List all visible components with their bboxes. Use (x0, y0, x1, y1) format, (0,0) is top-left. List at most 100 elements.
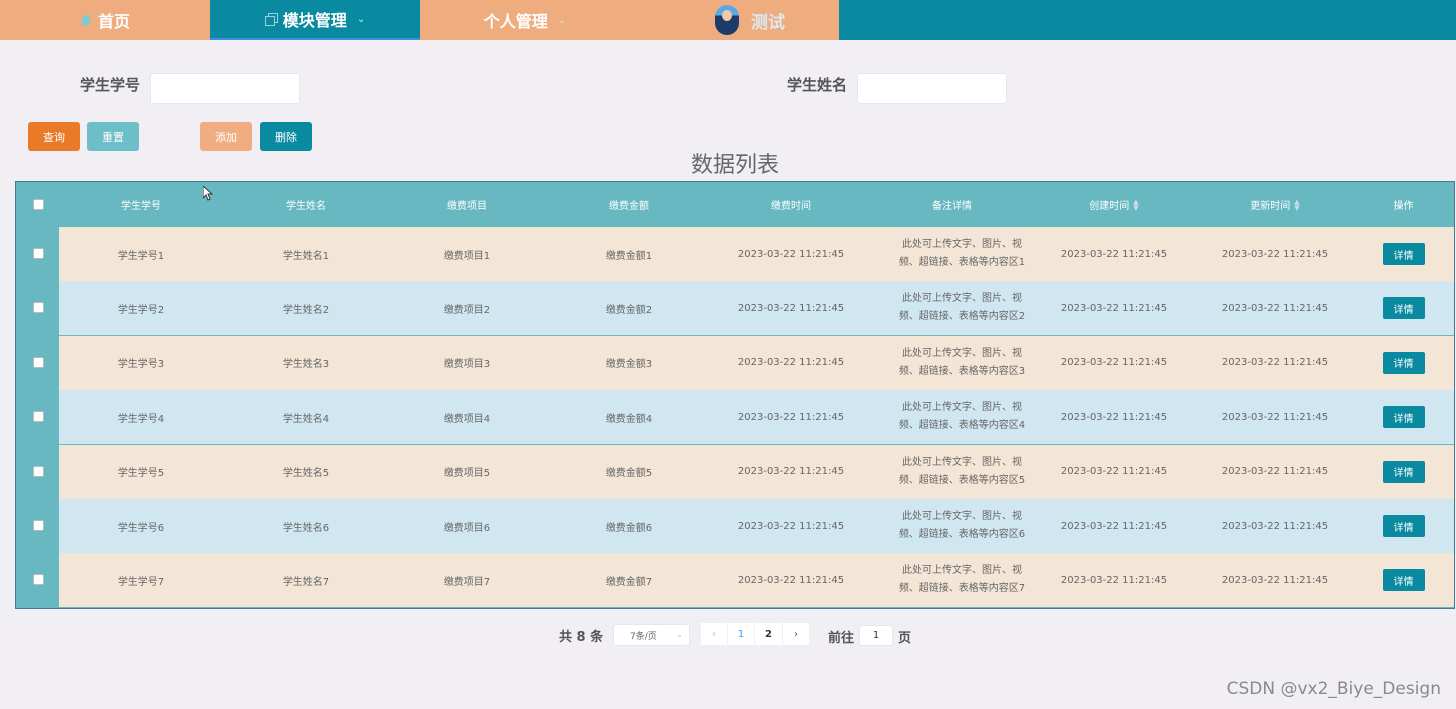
cell-paytime: 2023-03-22 11:21:45 (737, 357, 845, 369)
top-nav: 首页 模块管理 ⌄ 个人管理 ⌄ 测试 (0, 0, 1456, 40)
row-checkbox[interactable] (33, 411, 44, 423)
cell-sid: 学生学号3 (117, 359, 165, 371)
table-header: 学生学号 学生姓名 缴费项目 缴费金额 缴费时间 备注详情 创建时间 ▲ ▼ 更新… (16, 182, 1454, 227)
watermark: CSDN @vx2_Biye_Design (1226, 679, 1441, 699)
nav-home[interactable]: 首页 (0, 0, 210, 40)
home-icon (80, 14, 92, 26)
cell-amount: 缴费金额4 (605, 413, 653, 425)
cell-amount: 缴费金额3 (605, 359, 653, 371)
cell-actions: 详情 (1356, 336, 1451, 390)
row-checkbox[interactable] (33, 356, 44, 368)
list-title: 数据列表 (690, 153, 779, 178)
cell-sid: 学生学号7 (117, 576, 165, 588)
page-2-button[interactable]: 2 (755, 623, 782, 645)
nav-module-label: 模块管理 (282, 11, 347, 30)
cell-updated: 2023-03-22 11:21:45 (1221, 574, 1329, 586)
cell-created: 2023-03-22 11:21:45 (1060, 302, 1168, 314)
cell-item: 缴费项目7 (443, 576, 491, 588)
nav-personal-management[interactable]: 个人管理 ⌄ (420, 0, 630, 40)
cell-remarks: 此处可上传文字、图片、视 频、超链接、表格等内容区5 (898, 456, 1026, 486)
row-checkbox[interactable] (33, 302, 44, 314)
detail-button[interactable]: 详情 (1382, 351, 1425, 374)
cell-amount: 缴费金额5 (605, 468, 653, 480)
cell-amount: 缴费金额2 (605, 304, 653, 316)
table-row: 学生学号4 学生姓名4 缴费项目4 缴费金额4 2023-03-22 11:21:45 此… (59, 390, 1454, 445)
cell-paytime: 2023-03-22 11:21:45 (737, 248, 845, 260)
col-updated-time[interactable]: 更新时间 ▲ ▼ (1210, 182, 1340, 227)
cell-updated: 2023-03-22 11:21:45 (1221, 466, 1329, 478)
cell-remarks: 此处可上传文字、图片、视 频、超链接、表格等内容区6 (898, 511, 1026, 540)
cell-paytime: 2023-03-22 11:21:45 (737, 520, 845, 532)
cell-paytime: 2023-03-22 11:21:45 (737, 466, 845, 478)
col-student-name: 学生姓名 (286, 201, 326, 212)
goto-page-input[interactable]: 1 (859, 625, 893, 646)
goto-suffix: 页 (898, 631, 912, 646)
cell-name: 学生姓名3 (282, 359, 330, 371)
col-actions: 操作 (1393, 201, 1414, 212)
chevron-down-icon: ⌄ (676, 630, 683, 639)
cell-item: 缴费项目3 (443, 359, 491, 371)
detail-button[interactable]: 详情 (1382, 297, 1425, 320)
detail-button[interactable]: 详情 (1382, 243, 1425, 265)
cell-item: 缴费项目5 (443, 468, 491, 480)
col-created-time[interactable]: 创建时间 ▲ ▼ (1049, 182, 1179, 227)
chevron-down-icon: ⌄ (356, 13, 366, 25)
cell-actions: 详情 (1356, 227, 1451, 281)
cell-item: 缴费项目2 (443, 304, 491, 316)
col-student-id: 学生学号 (121, 201, 161, 212)
avatar (715, 5, 739, 35)
cell-paytime: 2023-03-22 11:21:45 (737, 411, 845, 423)
page-size-select[interactable]: 7条/页 ⌄ (613, 624, 690, 646)
goto-label: 前往 (828, 631, 855, 646)
nav-module-management[interactable]: 模块管理 ⌄ (210, 0, 420, 40)
detail-button[interactable]: 详情 (1382, 569, 1425, 592)
cell-created: 2023-03-22 11:21:45 (1060, 357, 1168, 369)
sort-icon[interactable]: ▲ ▼ (1294, 198, 1299, 211)
cell-remarks: 此处可上传文字、图片、视 频、超链接、表格等内容区7 (898, 565, 1026, 595)
student-id-input[interactable] (150, 73, 300, 104)
nav-home-label: 首页 (97, 12, 130, 31)
next-page-button[interactable]: › (783, 623, 809, 645)
detail-button[interactable]: 详情 (1382, 406, 1425, 429)
data-table: 学生学号 学生姓名 缴费项目 缴费金额 缴费时间 备注详情 创建时间 ▲ ▼ 更新… (15, 181, 1455, 609)
select-all-checkbox[interactable] (33, 199, 44, 210)
cell-remarks: 此处可上传文字、图片、视 频、超链接、表格等内容区3 (898, 347, 1026, 377)
nav-user-menu[interactable]: 测试 (630, 0, 839, 40)
table-row: 学生学号7 学生姓名7 缴费项目7 缴费金额7 2023-03-22 11:21:45 此… (59, 553, 1454, 608)
col-created-label: 创建时间 (1089, 201, 1130, 212)
cell-paytime: 2023-03-22 11:21:45 (737, 574, 845, 586)
cell-paytime: 2023-03-22 11:21:45 (737, 302, 845, 314)
row-checkbox[interactable] (33, 574, 44, 586)
cell-actions: 详情 (1356, 499, 1451, 553)
student-id-label: 学生学号 (80, 76, 141, 94)
row-checkbox[interactable] (33, 248, 44, 259)
table-row: 学生学号2 学生姓名2 缴费项目2 缴费金额2 2023-03-22 11:21:45 此… (59, 281, 1454, 336)
col-remarks: 备注详情 (932, 201, 972, 212)
detail-button[interactable]: 详情 (1382, 460, 1425, 483)
cell-created: 2023-03-22 11:21:45 (1060, 466, 1168, 478)
table-row: 学生学号1 学生姓名1 缴费项目1 缴费金额1 2023-03-22 11:21:45 此… (59, 227, 1454, 281)
cell-updated: 2023-03-22 11:21:45 (1221, 248, 1329, 260)
table-row: 学生学号6 学生姓名6 缴费项目6 缴费金额6 2023-03-22 11:21:45 此… (59, 499, 1454, 553)
cell-item: 缴费项目4 (443, 413, 491, 425)
col-updated-label: 更新时间 (1250, 201, 1291, 212)
page-size-value: 7条/页 (630, 631, 657, 642)
student-name-input[interactable] (857, 73, 1007, 104)
sort-icon[interactable]: ▲ ▼ (1133, 198, 1138, 211)
cell-sid: 学生学号5 (117, 468, 165, 480)
cell-sid: 学生学号2 (117, 304, 165, 316)
row-checkbox[interactable] (33, 520, 44, 531)
prev-page-button[interactable]: ‹ (701, 623, 727, 645)
cell-created: 2023-03-22 11:21:45 (1060, 411, 1168, 423)
table-row: 学生学号3 学生姓名3 缴费项目3 缴费金额3 2023-03-22 11:21:45 此… (59, 335, 1454, 390)
detail-button[interactable]: 详情 (1382, 515, 1425, 537)
cell-sid: 学生学号6 (117, 522, 165, 534)
cell-updated: 2023-03-22 11:21:45 (1221, 411, 1329, 423)
cell-name: 学生姓名1 (282, 250, 330, 262)
page-1-button[interactable]: 1 (728, 623, 754, 645)
cell-actions: 详情 (1356, 553, 1451, 607)
cell-updated: 2023-03-22 11:21:45 (1221, 357, 1329, 369)
row-checkbox[interactable] (33, 465, 44, 477)
cell-amount: 缴费金额7 (605, 576, 653, 588)
mouse-cursor-icon (202, 184, 214, 205)
